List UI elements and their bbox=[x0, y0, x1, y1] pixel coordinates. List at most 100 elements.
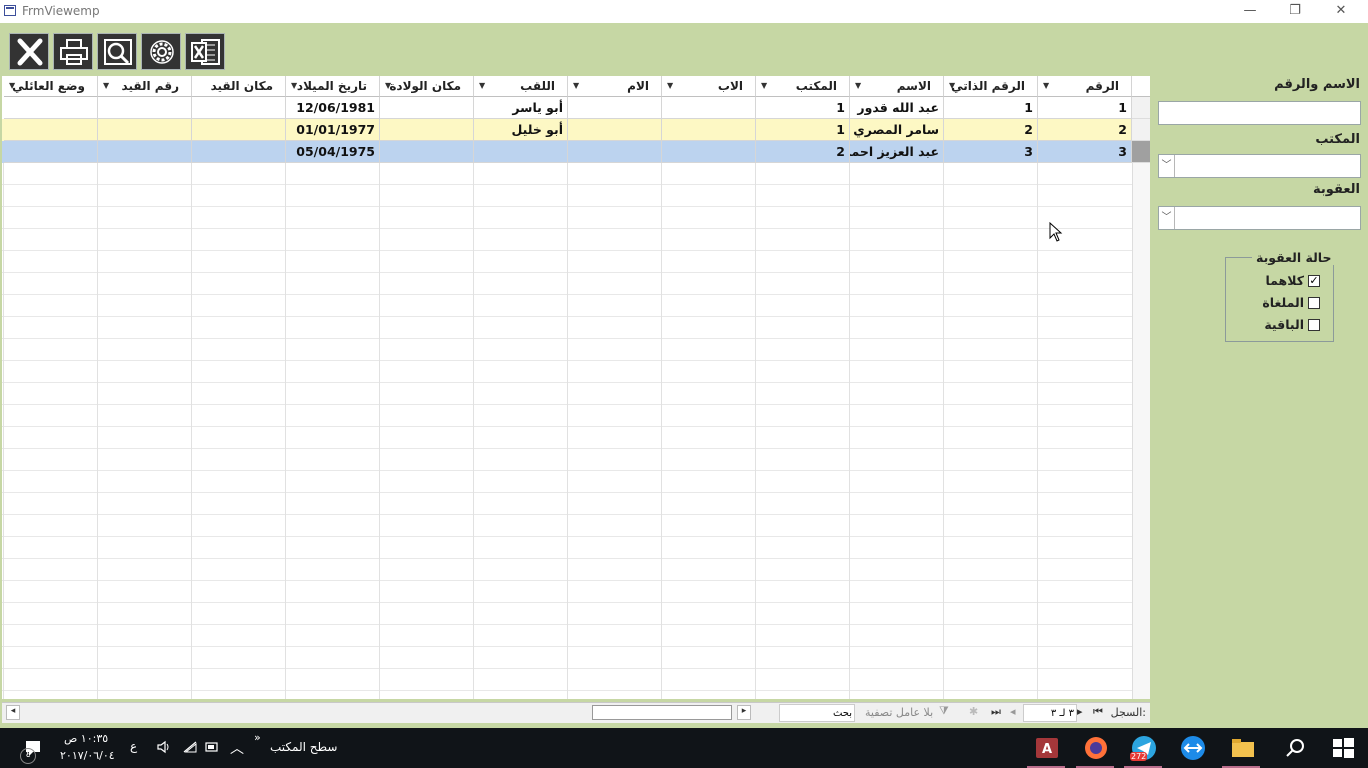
table-cell[interactable]: 01/01/1977 bbox=[286, 119, 380, 141]
column-header[interactable]: اللقب ▼ bbox=[474, 76, 568, 97]
table-cell[interactable]: 1 bbox=[756, 97, 850, 119]
teamviewer-icon[interactable] bbox=[1180, 735, 1206, 761]
last-record-button[interactable]: ⏭ bbox=[991, 705, 1001, 719]
column-header[interactable]: رقم القيد ▼ bbox=[98, 76, 192, 97]
table-cell[interactable] bbox=[4, 97, 98, 119]
record-selector[interactable] bbox=[1132, 119, 1150, 141]
clock-date[interactable]: ٢٠١٧/٠٦/٠٤ bbox=[60, 749, 115, 762]
column-header[interactable]: الام ▼ bbox=[568, 76, 662, 97]
toolbar-expand-icon[interactable]: » bbox=[254, 731, 261, 744]
next-record-button[interactable]: ◂ bbox=[1010, 705, 1016, 718]
current-record-field[interactable] bbox=[1023, 704, 1077, 722]
table-cell[interactable]: عبد الله قدور bbox=[850, 97, 944, 119]
sort-dropdown-icon[interactable]: ▼ bbox=[1043, 81, 1049, 90]
table-cell[interactable] bbox=[662, 97, 756, 119]
table-cell[interactable]: 1 bbox=[756, 119, 850, 141]
table-cell[interactable] bbox=[192, 97, 286, 119]
table-cell[interactable]: 2 bbox=[1038, 119, 1132, 141]
show-hidden-icons-icon[interactable]: ︿ bbox=[230, 738, 244, 758]
status-option-checkbox[interactable]: ✓ bbox=[1308, 275, 1320, 287]
horizontal-scrollbar[interactable]: ◂ ▸ bbox=[4, 705, 751, 720]
scroll-right-button[interactable]: ▸ bbox=[737, 705, 751, 720]
table-cell[interactable] bbox=[4, 141, 98, 163]
membership-combobox[interactable]: ﹀ bbox=[1158, 206, 1361, 230]
sort-dropdown-icon[interactable]: ▼ bbox=[949, 81, 955, 90]
print-button[interactable] bbox=[53, 33, 93, 70]
minimize-button[interactable]: — bbox=[1227, 0, 1273, 23]
sort-dropdown-icon[interactable]: ▼ bbox=[573, 81, 579, 90]
firefox-icon[interactable] bbox=[1083, 735, 1109, 761]
table-cell[interactable] bbox=[380, 97, 474, 119]
table-cell[interactable]: أبو ياسر bbox=[474, 97, 568, 119]
battery-icon[interactable] bbox=[205, 741, 219, 753]
table-cell[interactable]: 3 bbox=[1038, 141, 1132, 163]
scrollbar-thumb[interactable] bbox=[592, 705, 732, 720]
close-window-button[interactable]: ✕ bbox=[1318, 0, 1364, 23]
status-option-checkbox[interactable] bbox=[1308, 297, 1320, 309]
status-option-checkbox[interactable] bbox=[1308, 319, 1320, 331]
record-selector[interactable] bbox=[1132, 97, 1150, 119]
chevron-down-icon[interactable]: ﹀ bbox=[1159, 155, 1175, 177]
table-cell[interactable] bbox=[380, 141, 474, 163]
sort-dropdown-icon[interactable]: ▼ bbox=[103, 81, 109, 90]
sort-dropdown-icon[interactable]: ▼ bbox=[291, 81, 297, 90]
column-header[interactable]: مكان القيد bbox=[192, 76, 286, 97]
wifi-icon[interactable] bbox=[182, 740, 198, 754]
table-cell[interactable] bbox=[192, 141, 286, 163]
previous-record-button[interactable]: ▸ bbox=[1077, 705, 1083, 718]
search-input[interactable] bbox=[779, 704, 855, 722]
table-cell[interactable]: سامر المصري bbox=[850, 119, 944, 141]
table-cell[interactable]: 1 bbox=[944, 97, 1038, 119]
table-cell[interactable] bbox=[568, 119, 662, 141]
clock-time[interactable]: ١٠:٣٥ ص bbox=[64, 732, 108, 745]
table-row[interactable]: 1 1 عبد الله قدور 1 أبو ياسر 12/06/1981 bbox=[2, 97, 1150, 119]
access-icon[interactable]: A bbox=[1034, 735, 1060, 761]
table-cell[interactable] bbox=[98, 141, 192, 163]
sort-dropdown-icon[interactable]: ▼ bbox=[761, 81, 767, 90]
table-cell[interactable]: 12/06/1981 bbox=[286, 97, 380, 119]
sort-dropdown-icon[interactable]: ▼ bbox=[667, 81, 673, 90]
export-excel-button[interactable] bbox=[185, 33, 225, 70]
table-row[interactable]: 3 3 عبد العزيز احمد 2 05/04/1975 bbox=[2, 141, 1150, 163]
restore-button[interactable]: ❐ bbox=[1272, 0, 1318, 23]
table-cell[interactable] bbox=[98, 119, 192, 141]
table-cell[interactable] bbox=[380, 119, 474, 141]
table-cell[interactable] bbox=[662, 119, 756, 141]
table-cell[interactable]: أبو خليل bbox=[474, 119, 568, 141]
table-cell[interactable]: عبد العزيز احمد bbox=[850, 141, 944, 163]
sort-dropdown-icon[interactable]: ▼ bbox=[855, 81, 861, 90]
table-cell[interactable]: 3 bbox=[944, 141, 1038, 163]
sort-dropdown-icon[interactable]: ▼ bbox=[385, 81, 391, 90]
table-cell[interactable] bbox=[98, 97, 192, 119]
table-cell[interactable]: 05/04/1975 bbox=[286, 141, 380, 163]
table-cell[interactable]: 2 bbox=[756, 141, 850, 163]
column-header[interactable]: الاب ▼ bbox=[662, 76, 756, 97]
table-cell[interactable] bbox=[4, 119, 98, 141]
name-number-input[interactable] bbox=[1158, 101, 1361, 125]
column-header[interactable]: الرقم الذاتي ▼ bbox=[944, 76, 1038, 97]
sort-dropdown-icon[interactable]: ▼ bbox=[9, 81, 15, 90]
column-header[interactable]: المكتب ▼ bbox=[756, 76, 850, 97]
table-row[interactable]: 2 2 سامر المصري 1 أبو خليل 01/01/1977 bbox=[2, 119, 1150, 141]
chevron-down-icon[interactable]: ﹀ bbox=[1159, 207, 1175, 229]
windows-start-icon[interactable] bbox=[1330, 735, 1356, 761]
settings-button[interactable] bbox=[141, 33, 181, 70]
column-header[interactable]: مكان الولادة ▼ bbox=[380, 76, 474, 97]
filter-status-label[interactable]: بلا عامل تصفية bbox=[865, 706, 933, 719]
column-header[interactable]: الاسم ▼ bbox=[850, 76, 944, 97]
table-cell[interactable] bbox=[568, 141, 662, 163]
table-cell[interactable]: 2 bbox=[944, 119, 1038, 141]
volume-icon[interactable] bbox=[156, 740, 172, 754]
new-record-button[interactable]: ✱ bbox=[969, 705, 978, 718]
scroll-left-button[interactable]: ◂ bbox=[6, 705, 20, 720]
office-combobox[interactable]: ﹀ bbox=[1158, 154, 1361, 178]
table-cell[interactable] bbox=[568, 97, 662, 119]
table-cell[interactable]: 1 bbox=[1038, 97, 1132, 119]
column-header[interactable]: الرقم ▼ bbox=[1038, 76, 1132, 97]
column-header[interactable]: وضع العائلي ▼ bbox=[4, 76, 98, 97]
record-selector[interactable] bbox=[1132, 141, 1150, 163]
first-record-button[interactable]: ⏮ bbox=[1093, 705, 1103, 719]
preview-button[interactable] bbox=[97, 33, 137, 70]
desktop-toolbar-label[interactable]: سطح المكتب bbox=[270, 740, 337, 754]
sort-dropdown-icon[interactable]: ▼ bbox=[479, 81, 485, 90]
